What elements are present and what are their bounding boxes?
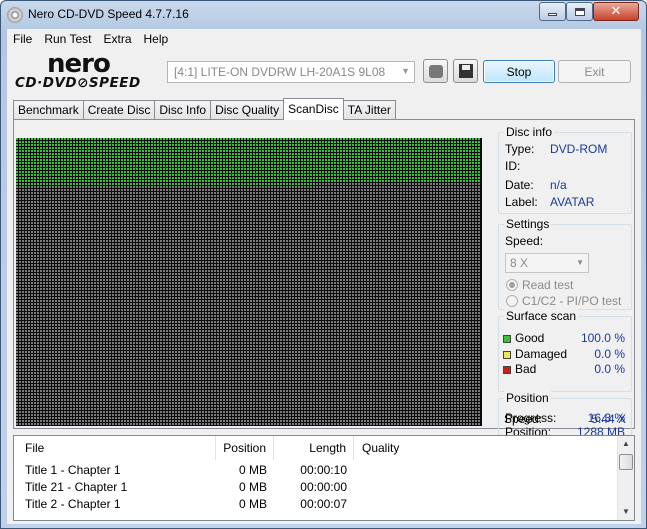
tab-strip: Benchmark Create Disc Disc Info Disc Qua… <box>13 98 396 120</box>
scroll-down-icon[interactable]: ▼ <box>618 504 634 520</box>
save-icon <box>458 64 473 78</box>
current-speed-value: 5.44 X <box>591 412 626 426</box>
read-test-label: Read test <box>522 278 574 292</box>
settings-group: Settings Speed: 8 X ▼ Read test C1/C2 - … <box>498 217 632 310</box>
scroll-up-icon[interactable]: ▲ <box>618 436 634 452</box>
speed-select-value: 8 X <box>510 256 529 270</box>
disc-type-value: DVD-ROM <box>550 142 608 156</box>
quality-column-header[interactable]: Quality <box>354 436 414 460</box>
nero-logo: nero <box>47 49 111 79</box>
surface-scan-grid-svg <box>16 138 481 426</box>
good-value: 100.0 % <box>580 331 625 345</box>
file-column-header[interactable]: File <box>14 436 216 460</box>
disc-date-value: n/a <box>550 178 567 192</box>
title-bar[interactable]: Nero CD-DVD Speed 4.7.7.16 ✕ <box>1 1 646 29</box>
stop-button[interactable]: Stop <box>483 60 555 83</box>
length-cell: 00:00:07 <box>300 497 347 511</box>
position-title: Position <box>504 391 551 405</box>
speed-select[interactable]: 8 X ▼ <box>505 253 589 273</box>
disc-label-label: Label: <box>505 195 538 209</box>
damaged-value: 0.0 % <box>594 347 625 361</box>
eject-button[interactable] <box>423 59 448 83</box>
speed-label: Speed: <box>505 234 544 248</box>
surface-scan-group: Surface scan Good 100.0 % Damaged 0.0 % … <box>498 309 632 392</box>
file-cell: Title 2 - Chapter 1 <box>25 497 121 511</box>
file-cell: Title 1 - Chapter 1 <box>25 463 121 477</box>
drive-select-value: [4:1] LITE-ON DVDRW LH-20A1S 9L08 <box>174 65 386 79</box>
tab-create-disc[interactable]: Create Disc <box>82 100 156 120</box>
position-cell: 0 MB <box>238 480 267 494</box>
disc-date-label: Date: <box>505 178 534 192</box>
damaged-swatch <box>503 350 511 359</box>
damaged-label: Damaged <box>515 347 568 361</box>
disc-info-group: Disc info Type: DVD-ROM ID: Date: n/a La… <box>498 125 632 214</box>
chevron-down-icon: ▼ <box>576 258 584 267</box>
settings-title: Settings <box>504 217 552 231</box>
maximize-icon <box>574 7 585 16</box>
bad-swatch <box>503 365 511 374</box>
disc-type-label: Type: <box>505 142 535 156</box>
surface-scan-grid <box>16 138 482 426</box>
bad-label: Bad <box>515 362 537 376</box>
tab-disc-info[interactable]: Disc Info <box>154 100 212 120</box>
c1c2-test-option[interactable]: C1/C2 - PI/PO test <box>506 294 621 308</box>
tab-benchmark[interactable]: Benchmark <box>13 100 84 120</box>
maximize-button[interactable] <box>566 2 593 21</box>
app-window: Nero CD-DVD Speed 4.7.7.16 ✕ File Run Te… <box>0 0 647 529</box>
tab-scandisc[interactable]: ScanDisc <box>283 98 344 120</box>
tab-ta-jitter[interactable]: TA Jitter <box>342 100 396 120</box>
bad-value: 0.0 % <box>594 362 625 376</box>
drive-select[interactable]: [4:1] LITE-ON DVDRW LH-20A1S 9L08 ▼ <box>167 61 415 83</box>
cd-dvd-speed-logo: CD·DVD⊘SPEED <box>15 75 141 91</box>
read-test-option[interactable]: Read test <box>506 278 573 292</box>
scroll-thumb[interactable] <box>619 454 633 470</box>
unscanned-partial-row <box>316 183 481 186</box>
tab-disc-quality[interactable]: Disc Quality <box>210 100 285 120</box>
damaged-legend: Damaged <box>503 347 567 361</box>
menu-bar: File Run Test Extra Help <box>7 29 641 49</box>
bad-legend: Bad <box>503 362 536 376</box>
scanned-good-partial-row <box>16 183 316 186</box>
length-cell: 00:00:10 <box>300 463 347 477</box>
menu-run-test[interactable]: Run Test <box>38 29 97 49</box>
unscanned-region <box>16 186 481 426</box>
vertical-scrollbar[interactable]: ▲ ▼ <box>617 436 634 520</box>
minimize-icon <box>548 13 557 16</box>
minimize-button[interactable] <box>539 2 566 21</box>
client-area: File Run Test Extra Help nero CD·DVD⊘SPE… <box>7 29 641 524</box>
position-column-header[interactable]: Position <box>216 436 274 460</box>
good-swatch <box>503 334 511 343</box>
position-cell: 0 MB <box>238 463 267 477</box>
file-list: File Position Length Quality Title 1 - C… <box>13 435 635 521</box>
disc-info-title: Disc info <box>504 125 555 139</box>
chevron-down-icon: ▼ <box>401 66 410 76</box>
good-legend: Good <box>503 331 544 345</box>
file-cell: Title 21 - Chapter 1 <box>25 480 128 494</box>
eject-icon <box>428 64 443 78</box>
scanned-good-region <box>16 138 481 183</box>
menu-help[interactable]: Help <box>138 29 175 49</box>
window-title: Nero CD-DVD Speed 4.7.7.16 <box>28 7 189 21</box>
c1c2-test-radio[interactable] <box>506 295 518 307</box>
length-column-header[interactable]: Length <box>274 436 354 460</box>
current-speed-label: Speed: <box>504 412 543 426</box>
save-button[interactable] <box>453 59 478 83</box>
disc-app-icon <box>7 7 23 23</box>
close-button[interactable]: ✕ <box>593 2 639 21</box>
read-test-radio[interactable] <box>506 279 518 291</box>
menu-file[interactable]: File <box>7 29 38 49</box>
close-icon: ✕ <box>610 4 622 19</box>
menu-extra[interactable]: Extra <box>97 29 137 49</box>
position-cell: 0 MB <box>238 497 267 511</box>
scandisc-panel: Disc info Type: DVD-ROM ID: Date: n/a La… <box>13 119 635 460</box>
surface-scan-title: Surface scan <box>504 309 579 323</box>
good-label: Good <box>515 331 545 345</box>
length-cell: 00:00:00 <box>300 480 347 494</box>
disc-label-value: AVATAR <box>550 195 595 209</box>
c1c2-test-label: C1/C2 - PI/PO test <box>522 294 622 308</box>
exit-button[interactable]: Exit <box>558 60 631 83</box>
disc-id-label: ID: <box>505 159 521 173</box>
